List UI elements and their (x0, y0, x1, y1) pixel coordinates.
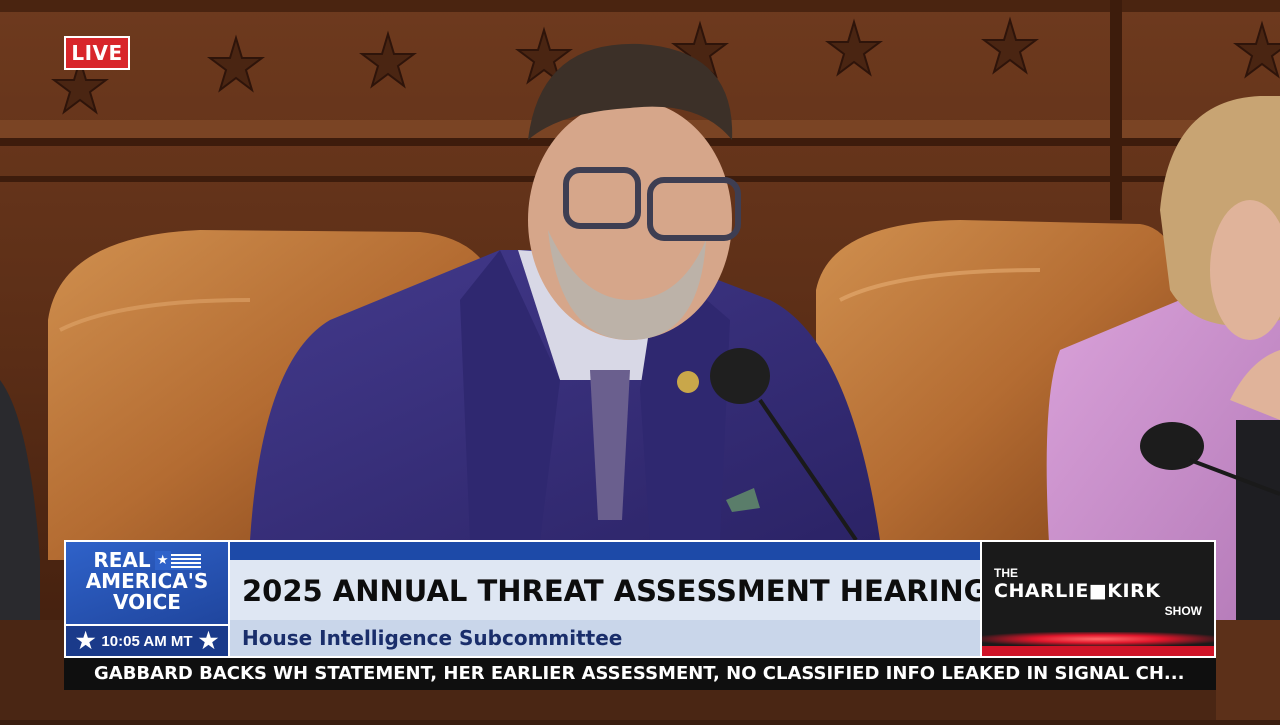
show-logo-bar (982, 646, 1214, 656)
network-logo-line3: VOICE (113, 590, 181, 614)
headline-box: 2025 ANNUAL THREAT ASSESSMENT HEARING Ho… (230, 540, 988, 658)
show-logo-show: SHOW (1164, 604, 1202, 618)
network-logo: REAL AMERICA'S VOICE ★ 10:05 AM MT ★ (64, 540, 230, 658)
live-badge: LIVE (64, 36, 130, 70)
star-icon: ★ (75, 628, 96, 653)
show-logo-name: CHARLIE■KIRK (994, 580, 1161, 602)
live-label: LIVE (71, 41, 123, 65)
headline-title: 2025 ANNUAL THREAT ASSESSMENT HEARING (242, 574, 988, 608)
show-logo: THE CHARLIE■KIRK SHOW (980, 540, 1216, 658)
star-icon: ★ (198, 628, 219, 653)
show-logo-the: THE (994, 566, 1018, 580)
show-logo-glow (982, 632, 1214, 646)
headline-subtitle-bar: House Intelligence Subcommittee (230, 620, 980, 658)
time-value: 10:05 AM MT (101, 632, 193, 650)
headline-subtitle: House Intelligence Subcommittee (242, 626, 623, 650)
flag-icon (154, 550, 201, 570)
time-display: ★ 10:05 AM MT ★ (66, 624, 228, 656)
lower-third-banner: REAL AMERICA'S VOICE ★ 10:05 AM MT ★ 202… (64, 540, 1216, 658)
ticker-text: GABBARD BACKS WH STATEMENT, HER EARLIER … (94, 663, 1185, 684)
headline-stripe (230, 540, 980, 560)
news-ticker: GABBARD BACKS WH STATEMENT, HER EARLIER … (64, 658, 1216, 690)
network-logo-text: REAL AMERICA'S VOICE (66, 550, 228, 613)
